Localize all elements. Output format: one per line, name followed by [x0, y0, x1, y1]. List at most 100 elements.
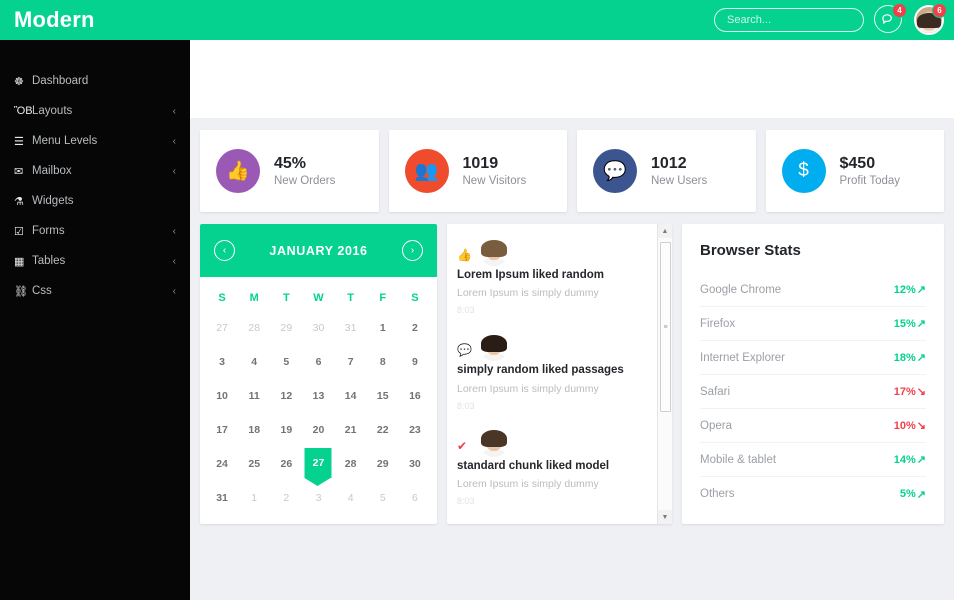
- calendar-day[interactable]: 9: [399, 345, 431, 379]
- topbar-actions: 4 6: [714, 3, 954, 35]
- sidebar-item-tables[interactable]: ▦ Tables ‹: [0, 246, 190, 276]
- activity-feed-item[interactable]: 👍 Lorem Ipsum liked random Lorem Ipsum is …: [457, 236, 645, 315]
- content-body: 👍 45% New Orders 👥 1019 New Visitors 💬 1012 New …: [190, 118, 954, 600]
- stat-card[interactable]: 💬 1012 New Users: [577, 130, 756, 212]
- browser-name: Firefox: [700, 317, 736, 330]
- calendar-day[interactable]: 6: [302, 345, 334, 379]
- calendar-day[interactable]: 5: [367, 481, 399, 515]
- calendar-day[interactable]: 14: [335, 379, 367, 413]
- search-input[interactable]: [714, 8, 864, 32]
- calendar-grid: S M T W T F S 27 28 29 30 31 1 2 3 4 5 6 7 8 9 10 11 12 13 14 15 16…: [200, 277, 437, 521]
- chevron-left-icon[interactable]: ‹: [214, 240, 235, 261]
- calendar-day[interactable]: 5: [270, 345, 302, 379]
- calendar-day[interactable]: 10: [206, 379, 238, 413]
- calendar-day[interactable]: 8: [367, 345, 399, 379]
- stat-label: New Orders: [274, 175, 336, 188]
- calendar-day[interactable]: 30: [399, 447, 431, 481]
- calendar-day[interactable]: 3: [206, 345, 238, 379]
- calendar-day[interactable]: 31: [206, 481, 238, 515]
- messages-button[interactable]: 4: [874, 3, 907, 35]
- calendar-day[interactable]: 16: [399, 379, 431, 413]
- sidebar-item-forms[interactable]: ☑ Forms ‹: [0, 216, 190, 246]
- scroll-down-icon[interactable]: ▼: [658, 510, 672, 524]
- chevron-right-icon[interactable]: ›: [402, 240, 423, 261]
- calendar-day[interactable]: 19: [270, 413, 302, 447]
- calendar-day[interactable]: 11: [238, 379, 270, 413]
- check-icon: ✔: [457, 438, 468, 453]
- stat-label: Profit Today: [839, 175, 901, 188]
- browser-value: 14% ↗: [893, 453, 926, 467]
- activity-title: simply random liked passages: [457, 364, 624, 377]
- stat-cards-row: 👍 45% New Orders 👥 1019 New Visitors 💬 1012 New …: [200, 130, 944, 212]
- stat-card[interactable]: 👍 45% New Orders: [200, 130, 379, 212]
- calendar-day[interactable]: 2: [270, 481, 302, 515]
- activity-feed-item[interactable]: ✔ standard chunk liked model Lorem Ipsum i…: [457, 427, 645, 506]
- calendar-day[interactable]: 26: [270, 447, 302, 481]
- calendar-day[interactable]: 1: [238, 481, 270, 515]
- sidebar-item-dashboard[interactable]: ☸ Dashboard: [0, 66, 190, 96]
- calendar-day[interactable]: 17: [206, 413, 238, 447]
- profile-button[interactable]: 6: [914, 3, 947, 35]
- calendar-week-row: 31 1 2 3 4 5 6: [206, 481, 431, 515]
- calendar-day[interactable]: 29: [367, 447, 399, 481]
- widgets-icon: ⚗: [14, 195, 24, 208]
- browser-stat-row: Firefox 15% ↗: [700, 307, 926, 341]
- thumbs-up-icon: 👍: [216, 149, 260, 193]
- calendar-day[interactable]: 23: [399, 413, 431, 447]
- scrollbar-track[interactable]: ≡: [658, 238, 672, 510]
- sidebar-item-menu-levels[interactable]: ☰ Menu Levels ‹: [0, 126, 190, 156]
- browser-stats-widget: Browser Stats Google Chrome 12% ↗ Firefox 15…: [682, 224, 944, 524]
- sidebar-item-layouts[interactable]: ὋB Layouts ‹: [0, 96, 190, 126]
- stat-card[interactable]: $ $450 Profit Today: [765, 130, 944, 212]
- feed-scrollbar[interactable]: ▲ ≡ ▼: [657, 224, 672, 524]
- calendar-day[interactable]: 3: [302, 481, 334, 515]
- stat-value: 1019: [462, 154, 499, 172]
- trend-up-icon: ↗: [916, 488, 926, 501]
- calendar-week-row: 24 25 26 27 28 29 30: [206, 447, 431, 486]
- sidebar-item-widgets[interactable]: ⚗ Widgets: [0, 186, 190, 216]
- calendar-widget: ‹ JANUARY 2016 › S M T W T F S 27 28 29 30 31 1 2 3 4 5 6…: [200, 224, 437, 524]
- dashboard-page: Modern 4 6 ☸ Dashboard ὋBLayouts ‹ ☰ Menu Lev…: [0, 0, 954, 600]
- calendar-day[interactable]: 20: [302, 413, 334, 447]
- calendar-day[interactable]: 24: [206, 447, 238, 481]
- calendar-day[interactable]: 12: [270, 379, 302, 413]
- activity-feed-item[interactable]: 💬 simply random liked passages Lorem Ipsum…: [457, 331, 645, 411]
- stat-card[interactable]: 👥 1019 New Visitors: [388, 130, 567, 212]
- calendar-day[interactable]: 27: [206, 311, 238, 345]
- menu-levels-icon: ☰: [14, 135, 24, 148]
- calendar-day[interactable]: 15: [367, 379, 399, 413]
- stat-value: 45%: [274, 154, 307, 172]
- calendar-week-row: 10 11 12 13 14 15 16: [206, 379, 431, 413]
- calendar-day[interactable]: 29: [270, 311, 302, 345]
- calendar-day[interactable]: 18: [238, 413, 270, 447]
- scrollbar-thumb[interactable]: ≡: [660, 242, 671, 412]
- calendar-day[interactable]: 7: [335, 345, 367, 379]
- sidebar-item-css[interactable]: ⛓ Css ‹: [0, 276, 190, 306]
- calendar-day[interactable]: 28: [238, 311, 270, 345]
- calendar-day[interactable]: 1: [367, 311, 399, 345]
- activity-timestamp: 8:03: [457, 400, 475, 411]
- browser-percent: 15%: [893, 317, 916, 330]
- calendar-day[interactable]: 28: [335, 447, 367, 481]
- calendar-day[interactable]: 4: [335, 481, 367, 515]
- scroll-up-icon[interactable]: ▲: [658, 224, 672, 238]
- browser-value: 12% ↗: [894, 283, 926, 297]
- calendar-day[interactable]: 31: [335, 311, 367, 345]
- profile-badge: 6: [932, 3, 947, 18]
- calendar-day[interactable]: 2: [399, 311, 431, 345]
- calendar-dow-row: SMTWTFS: [206, 285, 431, 311]
- sidebar-item-mailbox[interactable]: ✉ Mailbox ‹: [0, 156, 190, 186]
- calendar-day[interactable]: 22: [367, 413, 399, 447]
- calendar-day[interactable]: 6: [399, 481, 431, 515]
- comment-icon: 💬: [593, 149, 637, 193]
- calendar-day[interactable]: 4: [238, 345, 270, 379]
- calendar-day[interactable]: 21: [335, 413, 367, 447]
- calendar-week-row: 27 28 29 30 31 1 2: [206, 311, 431, 345]
- brand-logo[interactable]: Modern: [0, 7, 190, 33]
- browser-percent: 14%: [893, 453, 916, 466]
- calendar-day[interactable]: 25: [238, 447, 270, 481]
- calendar-day[interactable]: 30: [302, 311, 334, 345]
- activity-title: standard chunk liked model: [457, 459, 610, 472]
- calendar-day-today[interactable]: 27: [302, 447, 334, 486]
- calendar-day[interactable]: 13: [302, 379, 334, 413]
